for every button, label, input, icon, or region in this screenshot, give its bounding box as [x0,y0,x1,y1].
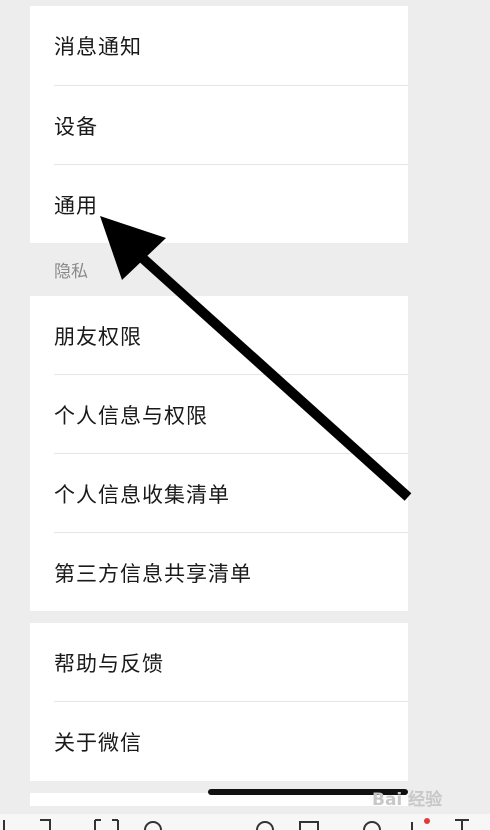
settings-item-personal-info-permissions[interactable]: 个人信息与权限 [30,375,408,454]
settings-item-label: 关于微信 [54,730,142,755]
settings-screen: 消息通知 设备 通用 隐私 朋友权限 个人信息与权限 个人信息收集清单 第三方信… [30,0,408,806]
settings-item-label: 设备 [54,114,98,139]
settings-item-devices[interactable]: 设备 [30,86,408,165]
settings-item-friend-permissions[interactable]: 朋友权限 [30,296,408,375]
settings-item-label: 帮助与反馈 [54,651,164,676]
settings-group-privacy: 朋友权限 个人信息与权限 个人信息收集清单 第三方信息共享清单 [30,296,408,611]
settings-item-third-party-sharing[interactable]: 第三方信息共享清单 [30,533,408,612]
settings-item-general[interactable]: 通用 [30,165,408,244]
toolbar-glyphs-icon [3,818,469,830]
settings-item-personal-info-collection[interactable]: 个人信息收集清单 [30,454,408,533]
settings-item-label: 个人信息与权限 [54,403,208,428]
settings-item-help-feedback[interactable]: 帮助与反馈 [30,623,408,702]
settings-group-general: 消息通知 设备 通用 [30,6,408,243]
baidu-watermark: Bai 经验 [372,780,482,814]
settings-item-label: 个人信息收集清单 [54,482,230,507]
settings-item-label: 通用 [54,193,98,218]
bottom-toolbar-strip [0,814,490,830]
settings-item-label: 第三方信息共享清单 [54,561,252,586]
section-header-privacy: 隐私 [30,243,408,296]
settings-item-notifications[interactable]: 消息通知 [30,6,408,85]
settings-item-label: 朋友权限 [54,324,142,349]
settings-item-label: 消息通知 [54,34,142,59]
section-header-label: 隐私 [54,262,88,282]
settings-item-about-wechat[interactable]: 关于微信 [30,702,408,781]
watermark-text: Bai 经验 [372,789,443,810]
settings-group-about: 帮助与反馈 关于微信 [30,623,408,781]
